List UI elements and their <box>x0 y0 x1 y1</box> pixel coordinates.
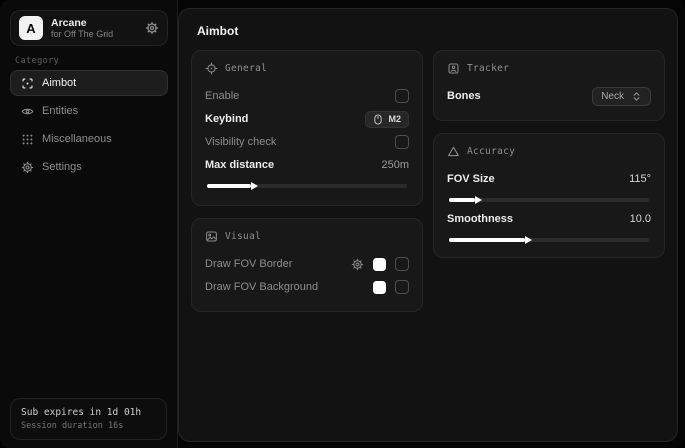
triangle-icon <box>447 145 460 158</box>
card-title: Tracker <box>467 63 509 74</box>
fov-size-value: 115° <box>629 173 651 185</box>
sidebar-item-aimbot[interactable]: Aimbot <box>10 70 168 96</box>
crosshair-icon <box>21 77 34 90</box>
page-title: Aimbot <box>179 9 677 50</box>
sidebar: A Arcane for Off The Grid Category <box>0 0 178 448</box>
grid-dots-icon <box>21 133 34 146</box>
keybind-label: Keybind <box>205 113 248 125</box>
fov-background-color-swatch[interactable] <box>373 281 386 294</box>
visual-card: Visual Draw FOV Border <box>191 218 423 312</box>
fov-border-color-swatch[interactable] <box>373 258 386 271</box>
visibility-check-row: Visibility check <box>205 131 409 153</box>
enable-checkbox[interactable] <box>395 89 409 103</box>
slider-fill[interactable] <box>449 238 525 242</box>
visibility-check-checkbox[interactable] <box>395 135 409 149</box>
brand-card: A Arcane for Off The Grid <box>10 10 168 46</box>
left-column: General Enable Keybind <box>191 50 423 312</box>
fov-size-label: FOV Size <box>447 173 495 185</box>
card-title: Visual <box>225 231 261 242</box>
brand-name: Arcane <box>51 17 137 29</box>
keybind-value: M2 <box>388 114 401 124</box>
fov-background-row: Draw FOV Background <box>205 276 409 298</box>
enable-row: Enable <box>205 85 409 107</box>
enable-label: Enable <box>205 90 239 102</box>
right-column: Tracker Bones Neck <box>433 50 665 258</box>
sidebar-item-entities[interactable]: Entities <box>10 98 168 124</box>
sidebar-item-label: Settings <box>42 161 82 173</box>
brand-subtitle: for Off The Grid <box>51 29 137 39</box>
category-label: Category <box>15 56 59 66</box>
gear-icon <box>21 161 34 174</box>
bones-row: Bones Neck <box>447 85 651 107</box>
gear-icon[interactable] <box>145 21 159 35</box>
sidebar-item-settings[interactable]: Settings <box>10 154 168 180</box>
sidebar-item-label: Aimbot <box>42 77 76 89</box>
brand-logo: A <box>19 16 43 40</box>
smoothness-value: 10.0 <box>630 213 651 225</box>
tracker-card: Tracker Bones Neck <box>433 50 665 121</box>
session-duration-text: Session duration 16s <box>21 421 156 431</box>
person-box-icon <box>447 62 460 75</box>
crosshair-icon <box>205 62 218 75</box>
fov-border-label: Draw FOV Border <box>205 258 292 270</box>
image-icon <box>205 230 218 243</box>
fov-background-label: Draw FOV Background <box>205 281 318 293</box>
sidebar-item-miscellaneous[interactable]: Miscellaneous <box>10 126 168 152</box>
fov-background-checkbox[interactable] <box>395 280 409 294</box>
max-distance-slider[interactable] <box>207 184 407 188</box>
eye-icon <box>21 105 34 118</box>
fov-size-row: FOV Size 115° <box>447 168 651 190</box>
sub-expires-text: Sub expires in 1d 01h <box>21 407 156 418</box>
content-grid: General Enable Keybind <box>179 50 677 312</box>
gear-icon[interactable] <box>351 258 364 271</box>
main-panel: Aimbot General <box>178 8 678 442</box>
subscription-info: Sub expires in 1d 01h Session duration 1… <box>10 398 167 440</box>
smoothness-row: Smoothness 10.0 <box>447 208 651 230</box>
fov-border-checkbox[interactable] <box>395 257 409 271</box>
bones-select[interactable]: Neck <box>592 87 651 106</box>
slider-fill[interactable] <box>207 184 251 188</box>
fov-border-row: Draw FOV Border <box>205 253 409 275</box>
chevron-up-down-icon <box>631 91 642 102</box>
sidebar-item-label: Miscellaneous <box>42 133 112 145</box>
card-title: Accuracy <box>467 146 515 157</box>
sidebar-nav: Aimbot Entities <box>10 70 168 182</box>
accuracy-card: Accuracy FOV Size 115° Smoothness 10.0 <box>433 133 665 258</box>
bones-label: Bones <box>447 90 481 102</box>
fov-size-slider[interactable] <box>449 198 649 202</box>
mouse-icon <box>373 114 383 125</box>
keybind-button[interactable]: M2 <box>365 111 409 128</box>
max-distance-row: Max distance 250m <box>205 154 409 176</box>
max-distance-value: 250m <box>381 159 409 171</box>
keybind-row: Keybind M2 <box>205 108 409 130</box>
smoothness-label: Smoothness <box>447 213 513 225</box>
visibility-check-label: Visibility check <box>205 136 276 148</box>
general-card: General Enable Keybind <box>191 50 423 206</box>
max-distance-label: Max distance <box>205 159 274 171</box>
bones-value: Neck <box>601 91 624 102</box>
slider-fill[interactable] <box>449 198 475 202</box>
app-window: A Arcane for Off The Grid Category <box>0 0 685 448</box>
card-title: General <box>225 63 267 74</box>
smoothness-slider[interactable] <box>449 238 649 242</box>
sidebar-item-label: Entities <box>42 105 78 117</box>
